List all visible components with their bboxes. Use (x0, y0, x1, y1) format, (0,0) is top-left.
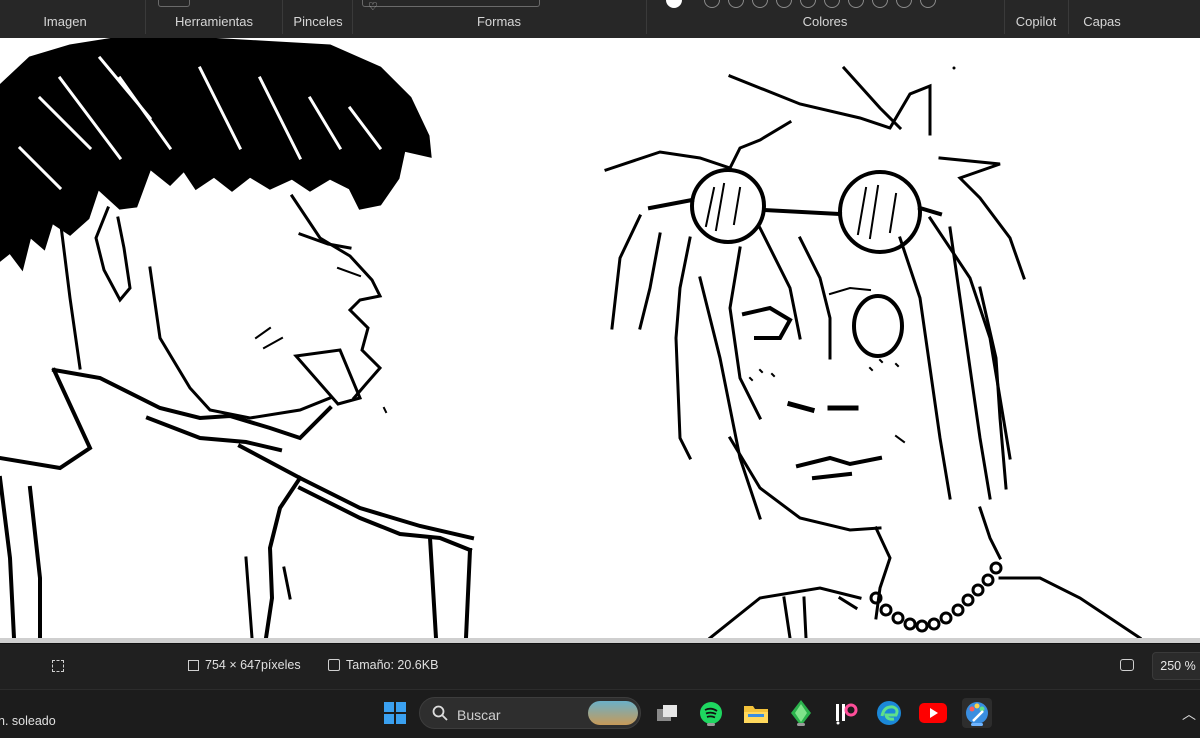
edge-icon[interactable] (874, 698, 904, 728)
color-swatch[interactable] (920, 0, 936, 8)
right-figure-hair (604, 65, 1026, 280)
mouth (795, 455, 883, 481)
left-figure-hair (0, 38, 432, 272)
search-highlight-image (588, 701, 638, 725)
start-icon[interactable] (380, 698, 410, 728)
color-swatch[interactable] (896, 0, 912, 8)
canvas-size-icon (188, 659, 199, 671)
divider (646, 0, 647, 34)
spotify-icon[interactable] (696, 698, 726, 728)
goggles (647, 168, 943, 254)
divider (145, 0, 146, 34)
running-indicator (707, 723, 715, 726)
file-size: Tamaño: 20.6KB (328, 658, 438, 672)
zoom-level[interactable]: 250 % (1152, 652, 1200, 680)
group-label-image[interactable]: Imagen (43, 14, 86, 29)
file-explorer-icon[interactable] (741, 698, 771, 728)
group-label-brushes[interactable]: Pinceles (293, 14, 342, 29)
pearl-necklace (869, 561, 1003, 633)
left-eye (741, 305, 793, 340)
layers-button[interactable]: Capas (1083, 14, 1121, 29)
left-figure-collar (51, 367, 333, 441)
ribbon-toolbar: ♡ Imagen Herramientas Pinceles Formas Co… (0, 0, 1200, 39)
task-view-icon[interactable] (652, 698, 682, 728)
divider (282, 0, 283, 34)
ibis-paint-icon[interactable] (831, 698, 861, 728)
group-label-shapes[interactable]: Formas (477, 14, 521, 29)
drawing-canvas[interactable] (0, 38, 1200, 638)
group-label-colors[interactable]: Colores (803, 14, 848, 29)
file-size-text: Tamaño: 20.6KB (346, 658, 439, 672)
zoom-text: 250 % (1160, 659, 1196, 673)
active-indicator (971, 723, 983, 726)
search-placeholder: Buscar (457, 707, 501, 723)
chevron-up-icon[interactable]: ︿ (1182, 704, 1196, 724)
left-figure-ear (94, 206, 132, 303)
weather-widget[interactable]: n. soleado (0, 714, 56, 728)
color-swatch[interactable] (752, 0, 768, 8)
sims-icon[interactable] (786, 698, 816, 728)
heart-shape-icon[interactable]: ♡ (368, 0, 378, 13)
color-swatch[interactable] (704, 0, 720, 8)
cigarette (293, 348, 363, 406)
youtube-icon[interactable] (918, 698, 948, 728)
color-swatch[interactable] (848, 0, 864, 8)
selection-icon[interactable] (52, 660, 64, 672)
group-label-tools[interactable]: Herramientas (175, 14, 253, 29)
selection-tool-button[interactable] (158, 0, 190, 7)
divider (352, 0, 353, 34)
running-indicator (797, 723, 805, 726)
shapes-gallery[interactable] (362, 0, 540, 7)
fit-to-window-icon[interactable] (1120, 659, 1134, 671)
search-box[interactable]: Buscar (419, 697, 641, 729)
color-swatch[interactable] (728, 0, 744, 8)
color-swatch[interactable] (666, 0, 682, 8)
windows-taskbar: n. soleado Buscar ︿ (0, 689, 1200, 738)
canvas-dimensions: 754 × 647píxeles (188, 658, 301, 672)
copilot-button[interactable]: Copilot (1016, 14, 1056, 29)
color-swatch[interactable] (776, 0, 792, 8)
paint-icon[interactable] (962, 698, 992, 728)
color-swatch[interactable] (872, 0, 888, 8)
sketch-artwork (0, 38, 1143, 638)
right-eye (852, 294, 904, 358)
color-swatch[interactable] (800, 0, 816, 8)
save-icon (328, 659, 340, 671)
search-icon (432, 705, 448, 721)
divider (1068, 0, 1069, 34)
dimensions-text: 754 × 647píxeles (205, 658, 301, 672)
status-bar: 754 × 647píxeles Tamaño: 20.6KB 250 % (0, 643, 1200, 690)
divider (1004, 0, 1005, 34)
nose (786, 400, 859, 414)
color-swatch[interactable] (824, 0, 840, 8)
